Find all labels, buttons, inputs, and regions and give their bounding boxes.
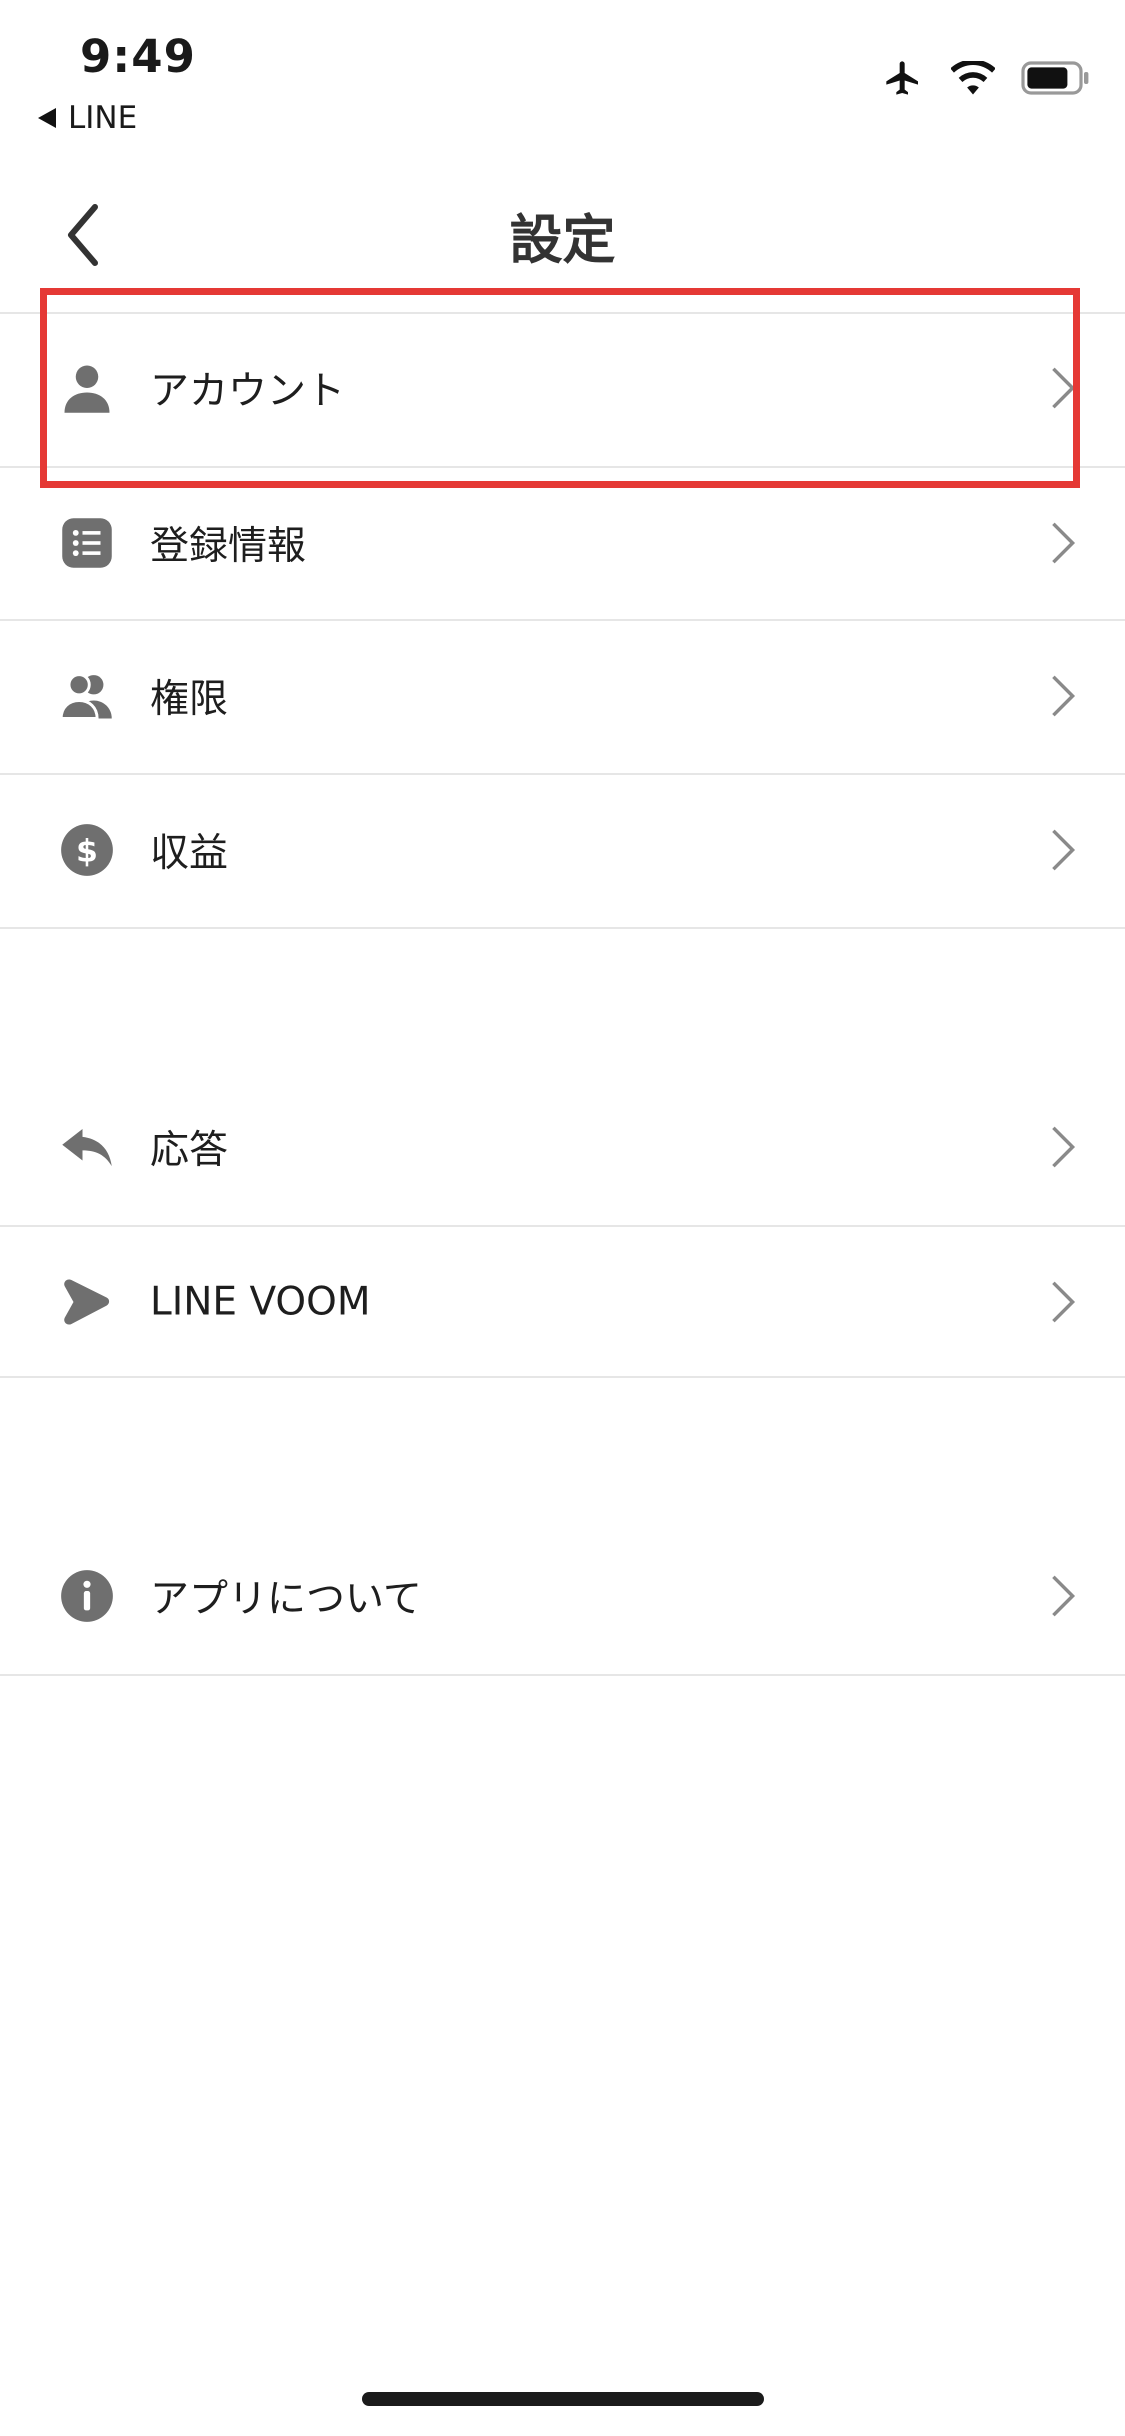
back-triangle-icon [38, 108, 56, 128]
chevron-right-icon [1052, 367, 1076, 409]
battery-icon [1021, 61, 1089, 95]
people-icon [60, 673, 112, 720]
wifi-icon [951, 61, 995, 95]
back-app-label: LINE [68, 100, 138, 136]
settings-row-registration-info[interactable]: 登録情報 [0, 468, 1125, 618]
settings-row-account[interactable]: アカウント [0, 313, 1125, 463]
chevron-right-icon [1052, 1126, 1076, 1168]
settings-row-label: アカウント [150, 369, 346, 414]
settings-row-label: 収益 [150, 831, 229, 876]
page-title: 設定 [509, 210, 616, 271]
settings-row-label: LINE VOOM [150, 1279, 371, 1325]
group-divider [0, 1376, 1125, 1378]
list-icon [62, 518, 112, 568]
chevron-right-icon [1052, 829, 1076, 871]
chevron-right-icon [1052, 1281, 1076, 1323]
navigation-bar: 設定 [0, 170, 1125, 310]
dollar-icon: $ [61, 824, 113, 876]
settings-row-label: 応答 [150, 1128, 229, 1173]
settings-row-response[interactable]: 応答 [0, 1072, 1125, 1222]
settings-row-label: 登録情報 [150, 524, 307, 569]
group-divider [0, 927, 1125, 929]
settings-row-label: アプリについて [150, 1577, 422, 1622]
back-to-app-link[interactable]: LINE [38, 100, 137, 136]
reply-icon [62, 1129, 112, 1167]
info-icon [61, 1570, 113, 1622]
settings-row-about-app[interactable]: アプリについて [0, 1521, 1125, 1671]
home-indicator[interactable] [362, 2392, 764, 2406]
voom-icon [64, 1279, 110, 1325]
settings-row-revenue[interactable]: $ 収益 [0, 775, 1125, 925]
svg-text:$: $ [76, 833, 98, 869]
settings-row-label: 権限 [150, 677, 229, 722]
person-icon [64, 365, 110, 413]
chevron-right-icon [1052, 675, 1076, 717]
status-icons [881, 58, 1091, 98]
chevron-right-icon [1052, 1575, 1076, 1617]
settings-row-permissions[interactable]: 権限 [0, 621, 1125, 771]
airplane-icon [886, 61, 918, 95]
status-bar: 9:49 LINE [0, 0, 1125, 160]
status-time: 9:49 [80, 30, 196, 83]
group-divider [0, 1674, 1125, 1676]
chevron-right-icon [1052, 522, 1076, 564]
settings-row-line-voom[interactable]: LINE VOOM [0, 1227, 1125, 1377]
